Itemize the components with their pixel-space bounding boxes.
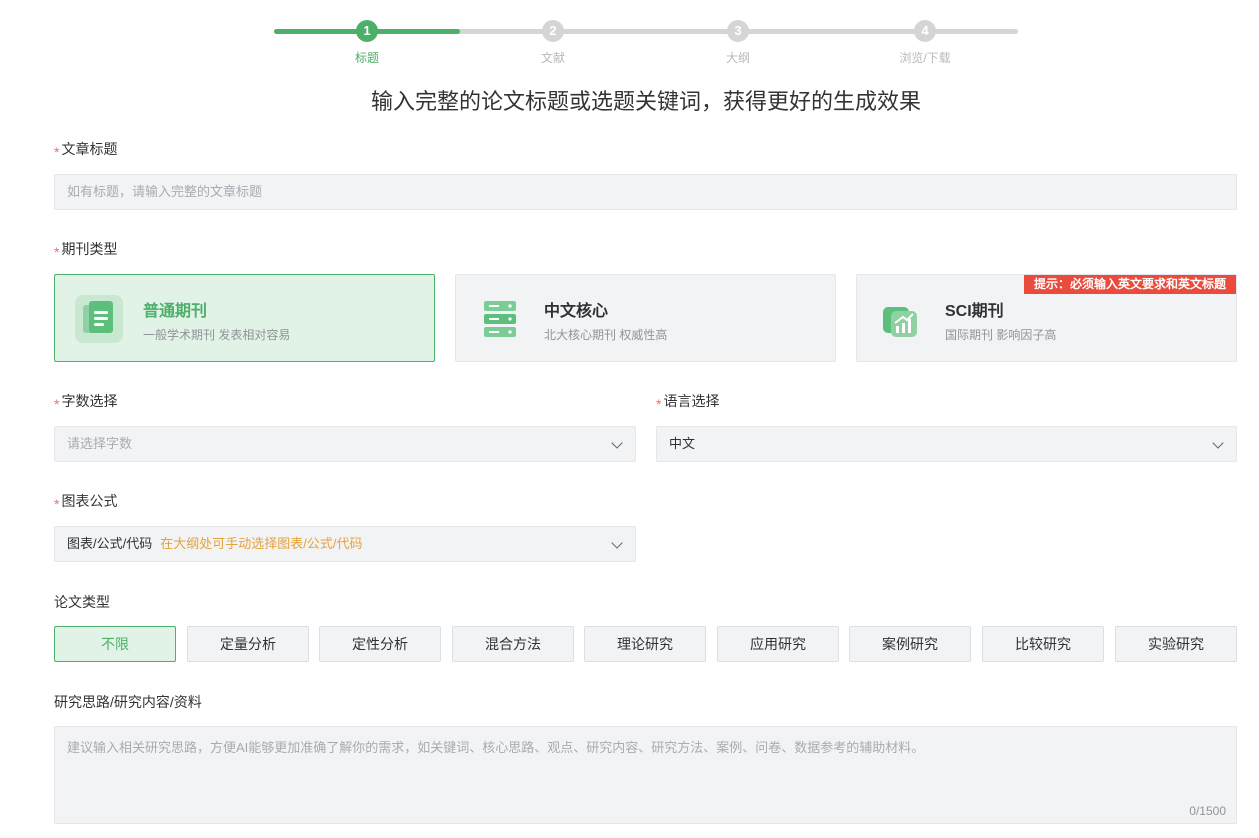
language-label: * 语言选择 bbox=[656, 393, 720, 412]
charts-formula-select[interactable]: 图表/公式/代码 在大纲处可手动选择图表/公式/代码 bbox=[54, 526, 636, 562]
paper-type-option[interactable]: 定量分析 bbox=[187, 626, 309, 662]
required-asterisk: * bbox=[656, 396, 662, 412]
step-2[interactable]: 2 文献 bbox=[503, 20, 603, 66]
paper-type-option[interactable]: 混合方法 bbox=[452, 626, 574, 662]
document-stack-icon bbox=[75, 295, 123, 343]
paper-type-option[interactable]: 应用研究 bbox=[717, 626, 839, 662]
chevron-down-icon bbox=[611, 537, 623, 549]
required-asterisk: * bbox=[54, 144, 60, 160]
sci-tip-badge: 提示：必须输入英文要求和英文标题 bbox=[1023, 275, 1236, 294]
title-input-placeholder: 如有标题，请输入完整的文章标题 bbox=[67, 184, 263, 199]
step-number: 1 bbox=[356, 20, 378, 42]
page-headline: 输入完整的论文标题或选题关键词，获得更好的生成效果 bbox=[370, 89, 921, 114]
step-number: 3 bbox=[727, 20, 749, 42]
journal-card-title: 普通期刊 bbox=[143, 303, 208, 320]
step-label: 标题 bbox=[354, 51, 379, 65]
step-label: 浏览/下载 bbox=[899, 51, 951, 65]
word-count-select[interactable]: 请选择字数 bbox=[54, 426, 636, 462]
journal-card-title: 中文核心 bbox=[544, 303, 609, 320]
paper-type-label: 论文类型 bbox=[54, 594, 110, 610]
language-value: 中文 bbox=[669, 436, 696, 451]
step-3[interactable]: 3 大纲 bbox=[688, 20, 788, 66]
step-number: 4 bbox=[914, 20, 936, 42]
word-count-placeholder: 请选择字数 bbox=[67, 436, 133, 451]
journal-card-sci[interactable]: 提示：必须输入英文要求和英文标题 SCI期刊 国际期刊 影响因子高 bbox=[856, 274, 1237, 362]
charts-formula-value: 图表/公式/代码 bbox=[67, 536, 153, 551]
step-label: 文献 bbox=[540, 51, 565, 65]
step-label: 大纲 bbox=[725, 51, 750, 65]
step-number: 2 bbox=[542, 20, 564, 42]
chevron-down-icon bbox=[611, 437, 623, 449]
paper-type-option[interactable]: 不限 bbox=[54, 626, 176, 662]
research-textarea[interactable]: 建议输入相关研究思路，方便AI能够更加准确了解你的需求，如关键词、核心思路、观点… bbox=[54, 726, 1237, 824]
paper-type-option[interactable]: 比较研究 bbox=[982, 626, 1104, 662]
journal-card-desc: 北大核心期刊 权威性高 bbox=[544, 328, 668, 342]
progress-stepper: 1 标题 2 文献 3 大纲 4 浏览/下载 bbox=[274, 20, 1018, 70]
journal-card-chinese-core[interactable]: 中文核心 北大核心期刊 权威性高 bbox=[455, 274, 836, 362]
journal-card-general[interactable]: 普通期刊 一般学术期刊 发表相对容易 bbox=[54, 274, 435, 362]
step-4[interactable]: 4 浏览/下载 bbox=[875, 20, 975, 66]
required-asterisk: * bbox=[54, 396, 60, 412]
paper-type-option[interactable]: 理论研究 bbox=[584, 626, 706, 662]
journal-type-label: * 期刊类型 bbox=[54, 241, 118, 260]
title-input[interactable]: 如有标题，请输入完整的文章标题 bbox=[54, 174, 1237, 210]
journal-card-title: SCI期刊 bbox=[945, 303, 1004, 320]
language-select[interactable]: 中文 bbox=[656, 426, 1237, 462]
title-field-label: * 文章标题 bbox=[54, 141, 118, 160]
paper-type-option[interactable]: 案例研究 bbox=[849, 626, 971, 662]
research-label: 研究思路/研究内容/资料 bbox=[54, 694, 202, 710]
char-counter: 0/1500 bbox=[1189, 804, 1226, 818]
required-asterisk: * bbox=[54, 244, 60, 260]
journal-card-desc: 一般学术期刊 发表相对容易 bbox=[143, 328, 291, 342]
charts-formula-label: * 图表公式 bbox=[54, 493, 118, 512]
research-placeholder: 建议输入相关研究思路，方便AI能够更加准确了解你的需求，如关键词、核心思路、观点… bbox=[67, 740, 925, 755]
word-count-label: * 字数选择 bbox=[54, 393, 118, 412]
paper-type-option[interactable]: 实验研究 bbox=[1115, 626, 1237, 662]
chevron-down-icon bbox=[1212, 437, 1224, 449]
growth-chart-icon bbox=[877, 295, 925, 343]
charts-formula-hint: 在大纲处可手动选择图表/公式/代码 bbox=[160, 536, 363, 551]
server-stack-icon bbox=[476, 295, 524, 343]
paper-type-option[interactable]: 定性分析 bbox=[319, 626, 441, 662]
step-1[interactable]: 1 标题 bbox=[317, 20, 417, 66]
journal-card-desc: 国际期刊 影响因子高 bbox=[945, 328, 1057, 342]
required-asterisk: * bbox=[54, 496, 60, 512]
